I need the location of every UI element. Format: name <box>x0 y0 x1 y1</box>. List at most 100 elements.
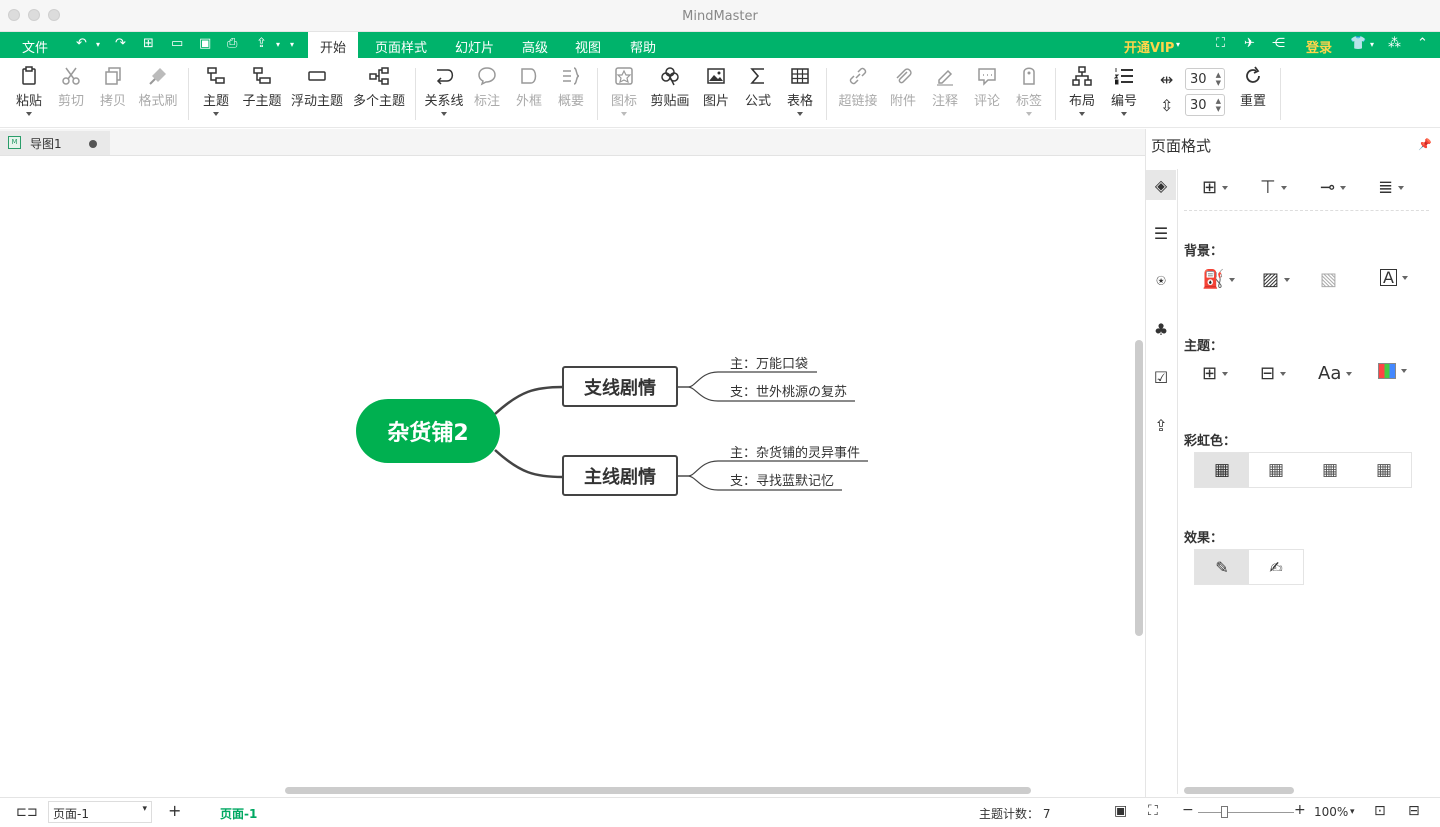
fit-window-icon[interactable]: ⊡ <box>1374 803 1386 819</box>
rainbow-option[interactable]: ▦ <box>1303 453 1357 487</box>
page-select[interactable]: 页面-1 ▾ <box>48 801 152 823</box>
dropdown-caret-icon[interactable] <box>1401 275 1408 280</box>
rainbow-option[interactable]: ▦ <box>1357 453 1411 487</box>
theme-style-button[interactable]: ⊟ <box>1260 363 1287 384</box>
zoom-out-icon[interactable]: − <box>1182 802 1194 818</box>
dropdown-caret-icon[interactable] <box>1398 185 1405 190</box>
theme-layout-button[interactable]: ⊞ <box>1202 363 1229 384</box>
note-button[interactable]: 注释 <box>929 66 961 109</box>
page-list-icon[interactable]: ⊏⊐ <box>16 805 38 820</box>
structure-tree-button[interactable]: ⊤ <box>1260 177 1287 198</box>
vip-button[interactable]: 开通VIP <box>1124 37 1174 56</box>
menu-file[interactable]: 文件 <box>22 37 48 56</box>
export-icon[interactable]: ⇪ <box>256 36 267 51</box>
connector-style-button[interactable]: ⊸ <box>1320 177 1347 198</box>
stepper-arrows-icon[interactable]: ▲ ▼ <box>1216 71 1221 87</box>
pin-icon[interactable]: 📌 <box>1418 138 1432 151</box>
dropdown-caret-icon[interactable]: ▾ <box>142 804 147 814</box>
document-tab[interactable]: M 导图1 <box>0 131 110 155</box>
tag-button[interactable]: 标签 <box>1013 66 1045 116</box>
vertical-scrollbar[interactable] <box>1135 340 1143 636</box>
menu-page-style[interactable]: 页面样式 <box>375 37 427 56</box>
table-button[interactable]: 表格 <box>784 66 816 116</box>
table-dropdown-icon[interactable] <box>797 112 803 116</box>
formula-button[interactable]: 公式 <box>742 66 774 109</box>
stepper-arrows-icon[interactable]: ▲ ▼ <box>1216 97 1221 113</box>
page-tab-active[interactable]: 页面-1 <box>220 805 257 822</box>
layout-button[interactable]: 布局 <box>1066 66 1098 116</box>
dropdown-caret-icon[interactable] <box>1229 277 1236 282</box>
outline-tab[interactable]: ☰ <box>1146 218 1176 248</box>
multiple-topics-button[interactable]: 多个主题 <box>352 66 406 109</box>
subtopic-button[interactable]: 子主题 <box>240 66 284 109</box>
unsaved-dot-icon[interactable] <box>89 140 97 148</box>
menu-help[interactable]: 帮助 <box>630 37 656 56</box>
floating-topic-button[interactable]: 浮动主题 <box>290 66 344 109</box>
icon-dropdown-icon[interactable] <box>621 112 627 116</box>
add-page-icon[interactable]: + <box>168 801 181 820</box>
numbering-style-button[interactable]: ≣ <box>1378 177 1405 198</box>
collapse-ribbon-icon[interactable]: ⌃ <box>1417 36 1428 51</box>
dropdown-caret-icon[interactable] <box>1340 185 1347 190</box>
clipart-tab[interactable]: ♣ <box>1146 314 1176 344</box>
export-tab[interactable]: ⇪ <box>1146 410 1176 440</box>
customize-quick-access-icon[interactable]: ▾ <box>290 40 294 49</box>
menu-advanced[interactable]: 高级 <box>522 37 548 56</box>
dropdown-caret-icon[interactable] <box>1346 371 1353 376</box>
branch-topic[interactable]: 支线剧情 <box>562 366 678 407</box>
print-icon[interactable]: ⎙ <box>227 36 237 51</box>
horizontal-spacing-stepper[interactable]: 30 ▲ ▼ <box>1185 68 1225 90</box>
fit-page-icon[interactable]: ▣ <box>1114 803 1127 819</box>
dropdown-caret-icon[interactable] <box>1284 277 1291 282</box>
dropdown-caret-icon[interactable] <box>1401 369 1407 373</box>
watermark-button[interactable]: A <box>1380 269 1408 286</box>
structure-grid-button[interactable]: ⊞ <box>1202 177 1229 198</box>
login-button[interactable]: 登录 <box>1306 37 1332 56</box>
copy-button[interactable]: 拷贝 <box>97 66 129 109</box>
branch-topic[interactable]: 主线剧情 <box>562 455 678 496</box>
background-fill-button[interactable]: ⛽ <box>1202 269 1236 290</box>
cut-button[interactable]: 剪切 <box>55 66 87 109</box>
share-icon[interactable]: ⋲ <box>1272 36 1285 51</box>
toggle-panel-icon[interactable]: ⊟ <box>1408 803 1420 819</box>
fullscreen-icon[interactable]: ⛶ <box>1216 36 1225 51</box>
theme-dropdown-icon[interactable]: ▾ <box>1370 40 1374 49</box>
topic-dropdown-icon[interactable] <box>213 112 219 116</box>
zoom-level[interactable]: 100% <box>1314 805 1348 819</box>
subtopic-leaf[interactable]: 支：世外桃源の复苏 <box>730 381 847 400</box>
icons-tab[interactable]: ⍟ <box>1146 266 1176 296</box>
effect-option[interactable]: ✍ <box>1249 550 1303 584</box>
undo-dropdown-icon[interactable]: ▾ <box>96 40 100 49</box>
open-folder-icon[interactable]: ▭ <box>171 36 183 51</box>
subtopic-leaf[interactable]: 主：杂货铺的灵异事件 <box>730 442 860 461</box>
menu-home[interactable]: 开始 <box>308 32 359 58</box>
zoom-slider-track[interactable] <box>1198 812 1294 813</box>
remove-background-image-button[interactable]: ▧ <box>1320 269 1337 290</box>
picture-button[interactable]: 图片 <box>700 66 732 109</box>
dropdown-caret-icon[interactable] <box>1222 371 1229 376</box>
layout-dropdown-icon[interactable] <box>1079 112 1085 116</box>
relationship-dropdown-icon[interactable] <box>441 112 447 116</box>
theme-font-button[interactable]: Aa <box>1318 363 1353 384</box>
subtopic-leaf[interactable]: 主：万能口袋 <box>730 353 808 372</box>
clipart-button[interactable]: 剪贴画 <box>650 66 690 109</box>
background-image-button[interactable]: ▨ <box>1262 269 1291 290</box>
central-topic[interactable]: 杂货铺2 <box>356 399 500 463</box>
export-dropdown-icon[interactable]: ▾ <box>276 40 280 49</box>
subtopic-leaf[interactable]: 支：寻找蓝默记忆 <box>730 470 834 489</box>
rainbow-option[interactable]: ▦ <box>1195 453 1249 487</box>
callout-button[interactable]: 标注 <box>471 66 503 109</box>
reset-button[interactable]: 重置 <box>1236 66 1270 109</box>
dropdown-caret-icon[interactable] <box>1222 185 1229 190</box>
vip-dropdown-icon[interactable]: ▾ <box>1176 40 1180 49</box>
attachment-button[interactable]: 附件 <box>887 66 919 109</box>
zoom-in-icon[interactable]: + <box>1294 802 1306 818</box>
format-painter-button[interactable]: 格式刷 <box>136 66 180 109</box>
summary-button[interactable]: 概要 <box>555 66 587 109</box>
icon-button[interactable]: 图标 <box>608 66 640 116</box>
topic-button[interactable]: 主题 <box>200 66 232 116</box>
zoom-dropdown-icon[interactable]: ▾ <box>1350 807 1355 817</box>
fullscreen-icon[interactable]: ⛶ <box>1148 803 1158 819</box>
numbering-button[interactable]: 编号 <box>1108 66 1140 116</box>
horizontal-scrollbar[interactable] <box>285 787 1031 794</box>
